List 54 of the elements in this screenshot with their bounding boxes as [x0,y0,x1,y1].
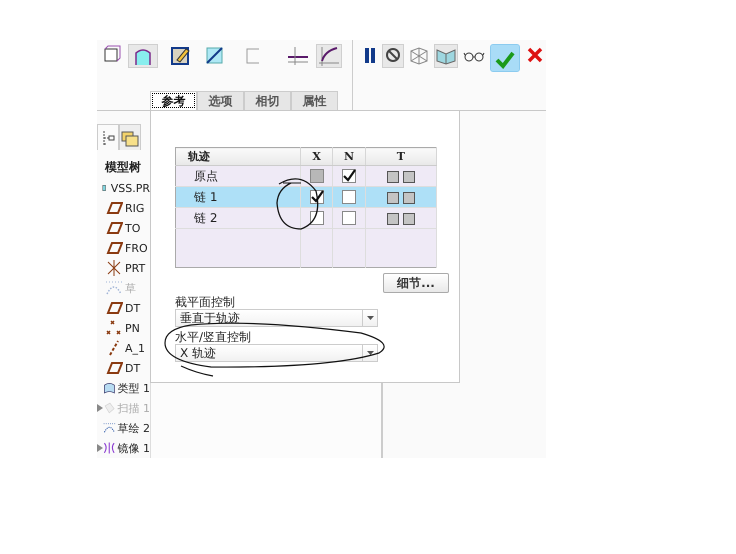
tab[interactable]: 参考 [150,91,197,110]
folders-icon[interactable] [121,128,139,146]
dropdown-arrow-icon[interactable] [366,351,374,355]
tree-item[interactable]: 草绘 2 [118,420,150,436]
datum-plane-icon [105,239,123,257]
datum-plane-icon [105,299,123,317]
tree-item[interactable]: RIG [125,202,144,214]
tree-item[interactable]: A_1 [125,342,146,354]
dropdown-arrow-icon[interactable] [366,316,374,320]
tree-item[interactable]: FRO [125,242,148,254]
tree-item[interactable]: 类型 1 [118,380,150,396]
pencil-icon[interactable] [171,45,191,67]
tree-item[interactable]: VSS.PR [110,182,150,194]
table-cell[interactable]: 链 1 [176,186,300,208]
expand-arrow-icon[interactable] [97,444,103,452]
dropdown[interactable]: X 轨迹 [175,344,378,362]
tree-item[interactable]: TO [125,222,140,234]
checkbox[interactable] [342,211,356,226]
tab[interactable]: 属性 [291,91,338,110]
field-label: 水平/竖直控制 [175,329,252,344]
square-toggle[interactable] [386,170,399,183]
details-button[interactable]: 细节... [383,273,449,293]
checkbox[interactable] [342,190,356,204]
datum-plane-icon [105,359,123,377]
field-label: 截平面控制 [175,294,236,309]
tab[interactable]: 相切 [244,91,291,110]
datum-plane-icon [105,199,123,217]
tree-view-icon[interactable] [101,130,115,146]
square-toggle[interactable] [386,212,399,225]
checkbox[interactable] [342,169,356,184]
column-header: N [332,148,366,166]
square-toggle[interactable] [386,192,399,204]
datum-plane-icon [105,219,123,237]
datum-point-icon [105,319,123,337]
tree-item[interactable]: PRT [125,262,146,274]
tree-item[interactable]: 镜像 1 [118,440,150,456]
tab[interactable]: 选项 [197,91,244,110]
square-toggle[interactable] [402,170,415,183]
horizontal-line-icon[interactable] [287,45,309,67]
table-cell[interactable]: 链 2 [176,208,300,228]
coordinate-system-icon [105,259,123,277]
square-toggle[interactable] [402,192,415,204]
checkbox[interactable] [310,190,324,204]
tree-item[interactable]: DT [125,302,140,314]
square-toggle[interactable] [402,212,415,225]
wireframe-icon[interactable] [409,45,429,67]
column-header: X [300,148,333,166]
tree-item[interactable]: DT [125,362,140,374]
panel-title: 模型树 [104,159,142,175]
column-header: 轨迹 [176,148,300,166]
tree-item[interactable]: PN [125,322,140,334]
curve-icon[interactable] [317,45,341,67]
column-header: T [365,148,436,166]
sketch-icon [105,279,123,297]
